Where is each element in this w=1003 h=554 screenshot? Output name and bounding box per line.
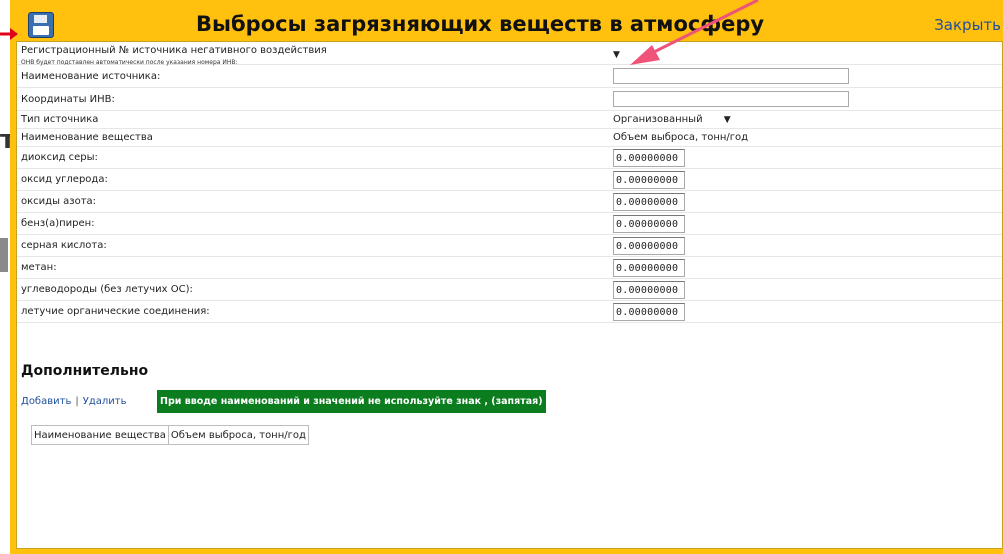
close-link[interactable]: Закрыть xyxy=(934,16,1001,34)
substance-column-header: Наименование вещества xyxy=(21,132,153,143)
additional-substances-table: Наименование вещества Объем выброса, тон… xyxy=(31,425,309,445)
table-header-substance: Наименование вещества xyxy=(31,425,169,445)
source-type-row: Тип источника Организованный ▼ xyxy=(17,111,1002,129)
coords-row: Координаты ИНВ: xyxy=(17,88,1002,111)
dropdown-arrow-icon: ▼ xyxy=(723,115,731,125)
substance-name: углеводороды (без летучих ОС): xyxy=(21,284,193,295)
source-type-select[interactable]: Организованный ▼ xyxy=(613,114,731,125)
registration-label-text: Регистрационный № источника негативного … xyxy=(21,45,327,56)
form-content: Регистрационный № источника негативного … xyxy=(16,41,1003,549)
substance-row: оксиды азота: 0.00000000 xyxy=(17,191,1002,213)
substance-name: бенз(а)пирен: xyxy=(21,218,95,229)
substance-row: диоксид серы: 0.00000000 xyxy=(17,147,1002,169)
background-bar xyxy=(0,238,8,272)
substance-row: углеводороды (без летучих ОС): 0.00000000 xyxy=(17,279,1002,301)
coords-label: Координаты ИНВ: xyxy=(21,94,115,105)
floppy-label xyxy=(33,26,49,35)
substance-name: серная кислота: xyxy=(21,240,107,251)
dialog-titlebar: Выбросы загрязняющих веществ в атмосферу… xyxy=(10,0,1003,40)
comma-warning-notice: При вводе наименований и значений не исп… xyxy=(157,390,546,413)
source-type-value: Организованный xyxy=(613,114,703,125)
substance-row: серная кислота: 0.00000000 xyxy=(17,235,1002,257)
source-name-label: Наименование источника: xyxy=(21,71,161,82)
substance-volume-input[interactable]: 0.00000000 xyxy=(613,149,685,167)
emissions-dialog: Выбросы загрязняющих веществ в атмосферу… xyxy=(10,0,1003,554)
add-link[interactable]: Добавить xyxy=(21,396,71,407)
substance-volume-input[interactable]: 0.00000000 xyxy=(613,259,685,277)
additional-heading: Дополнительно xyxy=(21,363,149,379)
substance-row: метан: 0.00000000 xyxy=(17,257,1002,279)
substance-name: оксиды азота: xyxy=(21,196,97,207)
substance-name: диоксид серы: xyxy=(21,152,98,163)
substance-name: метан: xyxy=(21,262,57,273)
source-name-input[interactable] xyxy=(613,68,849,84)
registration-label: Регистрационный № источника негативного … xyxy=(21,45,327,67)
floppy-disk-icon[interactable] xyxy=(28,12,54,38)
substance-name: летучие органические соединения: xyxy=(21,306,210,317)
substance-volume-input[interactable]: 0.00000000 xyxy=(613,171,685,189)
substance-row: бенз(а)пирен: 0.00000000 xyxy=(17,213,1002,235)
substances-header-row: Наименование вещества Объем выброса, тон… xyxy=(17,129,1002,147)
substance-row: оксид углерода: 0.00000000 xyxy=(17,169,1002,191)
substance-volume-input[interactable]: 0.00000000 xyxy=(613,281,685,299)
source-name-row: Наименование источника: xyxy=(17,65,1002,88)
table-header-volume: Объем выброса, тонн/год xyxy=(167,425,309,445)
coords-input[interactable] xyxy=(613,91,849,107)
volume-column-header: Объем выброса, тонн/год xyxy=(613,132,749,143)
floppy-shutter xyxy=(34,15,47,23)
substance-volume-input[interactable]: 0.00000000 xyxy=(613,215,685,233)
substance-row: летучие органические соединения: 0.000000… xyxy=(17,301,1002,323)
substance-volume-input[interactable]: 0.00000000 xyxy=(613,237,685,255)
action-separator: | xyxy=(75,396,79,407)
dialog-title: Выбросы загрязняющих веществ в атмосферу xyxy=(196,12,765,36)
table-header-row: Наименование вещества Объем выброса, тон… xyxy=(31,425,309,445)
dropdown-arrow-icon: ▼ xyxy=(613,50,620,60)
registration-row: Регистрационный № источника негативного … xyxy=(17,42,1002,67)
registration-select[interactable]: ▼ xyxy=(613,49,620,60)
delete-link[interactable]: Удалить xyxy=(83,396,127,407)
substance-volume-input[interactable]: 0.00000000 xyxy=(613,303,685,321)
substance-name: оксид углерода: xyxy=(21,174,108,185)
substance-volume-input[interactable]: 0.00000000 xyxy=(613,193,685,211)
source-type-label: Тип источника xyxy=(21,114,99,125)
